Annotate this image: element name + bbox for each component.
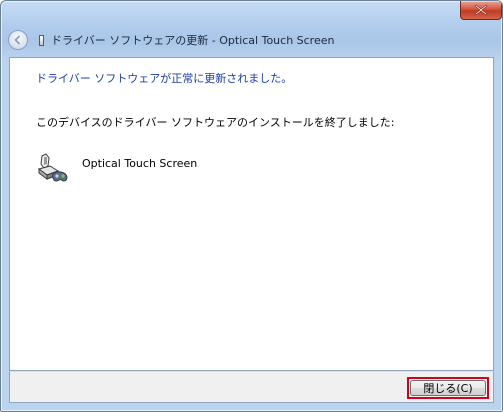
arrow-left-icon bbox=[14, 35, 21, 45]
success-message: ドライバー ソフトウェアが正常に更新されました。 bbox=[36, 72, 293, 85]
info-message: このデバイスのドライバー ソフトウェアのインストールを終了しました: bbox=[36, 116, 395, 129]
close-button[interactable]: 閉じる(C) bbox=[407, 377, 489, 399]
footer-bar: 閉じる(C) bbox=[9, 371, 494, 403]
device-small-icon bbox=[39, 35, 44, 46]
close-icon bbox=[474, 4, 488, 16]
window-title: ドライバー ソフトウェアの更新 - Optical Touch Screen bbox=[51, 34, 335, 47]
device-name: Optical Touch Screen bbox=[82, 157, 198, 170]
close-button-label: 閉じる(C) bbox=[410, 380, 486, 396]
content-panel: ドライバー ソフトウェアが正常に更新されました。 このデバイスのドライバー ソフ… bbox=[9, 57, 494, 371]
touch-device-icon bbox=[37, 153, 68, 182]
back-button[interactable] bbox=[8, 30, 28, 50]
window-close-button[interactable] bbox=[460, 1, 502, 20]
header-bar: ドライバー ソフトウェアの更新 - Optical Touch Screen bbox=[1, 21, 502, 57]
dialog-window: ドライバー ソフトウェアの更新 - Optical Touch Screen ド… bbox=[0, 0, 503, 412]
